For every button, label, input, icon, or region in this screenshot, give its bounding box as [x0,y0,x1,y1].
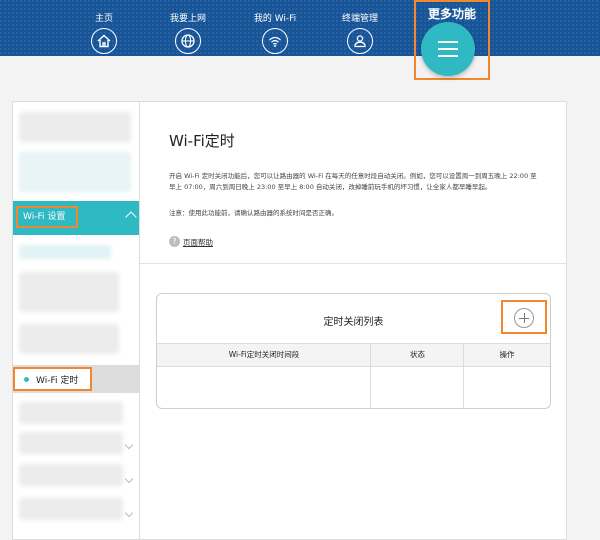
panel-title: 定时关闭列表 [323,317,384,328]
nav-item-devices[interactable]: 终端管理 [325,0,395,54]
nav-item-internet[interactable]: 我要上网 [153,0,223,54]
active-dot-icon [24,377,29,382]
sidebar: Wi-Fi 设置 Wi-Fi 定时 [12,101,140,540]
blurred-menu-item [19,498,123,520]
schedule-table: Wi-Fi定时关闭时间段 状态 操作 [157,343,550,408]
chevron-down-icon[interactable] [124,508,134,518]
sidebar-section-wifi-settings[interactable]: Wi-Fi 设置 [13,201,140,235]
menu-icon [421,22,475,76]
globe-icon [175,28,201,54]
blurred-menu-item [19,464,123,486]
nav-item-label: 更多功能 [427,7,476,21]
column-header-actions: 操作 [499,350,515,359]
nav-item-label: 主页 [94,14,113,24]
table-column-divider [463,343,464,408]
nav-item-label: 我要上网 [169,14,206,24]
sidebar-item-label: Wi-Fi 定时 [36,376,79,386]
column-header-status: 状态 [410,350,425,359]
page-title: Wi-Fi定时 [169,132,235,150]
home-icon [91,28,117,54]
column-header-time-period: Wi-Fi定时关闭时间段 [228,350,300,359]
main-content: Wi-Fi定时 开启 Wi-Fi 定时关闭功能后，您可以让路由器的 Wi-Fi … [139,101,567,540]
page-description: 开启 Wi-Fi 定时关闭功能后，您可以让路由器的 Wi-Fi 在每天的任意时段… [169,172,537,191]
wifi-icon [262,28,288,54]
sidebar-item-wifi-timer[interactable]: Wi-Fi 定时 [13,365,140,393]
top-nav-bar: 主页 我要上网 我的 Wi-Fi 终端管理 更多功能 [0,0,600,80]
blurred-menu-item [19,272,119,312]
blurred-menu-item [19,324,119,354]
schedule-list-panel: 定时关闭列表 Wi-Fi定时关闭时间段 状态 操作 [156,293,551,409]
blurred-menu-item [19,112,131,142]
sidebar-item-highlight: Wi-Fi 定时 [13,367,92,391]
help-link-label: 页面帮助 [183,238,213,247]
nav-item-more-features[interactable]: 更多功能 [414,0,490,80]
chevron-down-icon[interactable] [124,440,134,450]
blurred-menu-item [19,152,131,192]
nav-item-home[interactable]: 主页 [69,0,139,54]
blurred-menu-item [19,402,123,424]
nav-item-my-wifi[interactable]: 我的 Wi-Fi [240,0,310,54]
user-icon [347,28,373,54]
table-header-row: Wi-Fi定时关闭时间段 状态 操作 [157,343,550,367]
add-schedule-button[interactable] [514,308,534,328]
divider [140,263,566,264]
page-note: 注意：使用此功能前，请确认路由器的系统时间是否正确。 [169,209,338,217]
sidebar-section-label: Wi-Fi 设置 [16,206,78,228]
add-button-highlight [501,300,547,334]
chevron-down-icon[interactable] [124,474,134,484]
help-icon: ? [169,236,180,247]
nav-item-label: 终端管理 [341,14,378,24]
blurred-menu-item [19,245,111,259]
nav-item-label: 我的 Wi-Fi [253,14,297,24]
blurred-menu-item [19,432,123,454]
table-column-divider [370,343,371,408]
chevron-up-icon [125,211,137,223]
